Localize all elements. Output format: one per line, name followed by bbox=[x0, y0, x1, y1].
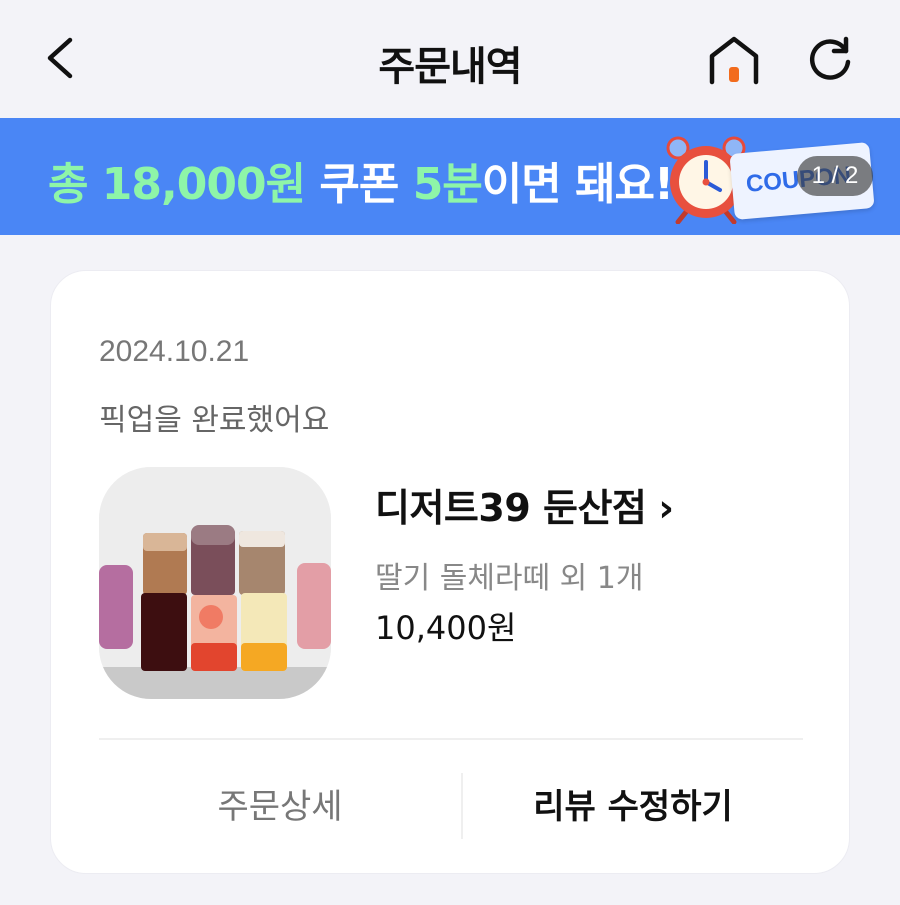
edit-review-button[interactable]: 리뷰 수정하기 bbox=[463, 776, 803, 838]
home-icon bbox=[709, 36, 759, 85]
order-detail-button[interactable]: 주문상세 bbox=[99, 776, 461, 838]
order-items-summary: 딸기 돌체라떼 외 1개 bbox=[375, 561, 644, 596]
order-price: 10,400원 bbox=[375, 609, 517, 647]
store-thumbnail[interactable] bbox=[99, 467, 331, 699]
divider bbox=[99, 738, 803, 740]
order-date: 2024.10.21 bbox=[99, 335, 250, 368]
order-status: 픽업을 완료했어요 bbox=[99, 403, 330, 438]
drinks-photo bbox=[99, 467, 331, 699]
page-title: 주문내역 bbox=[378, 44, 522, 90]
store-link[interactable]: 디저트39 둔산점 › bbox=[375, 477, 674, 532]
promo-banner[interactable]: 총 18,000원 쿠폰 5분이면 돼요! COUPON bbox=[0, 118, 900, 235]
refresh-button[interactable] bbox=[804, 34, 856, 86]
refresh-icon bbox=[809, 36, 851, 80]
banner-pager: 1 / 2 bbox=[797, 156, 873, 196]
chevron-right-icon: › bbox=[658, 486, 674, 530]
top-nav-bar: 주문내역 bbox=[0, 0, 900, 118]
order-card: 2024.10.21 픽업을 완료했어요 디저트39 둔산점 › 딸기 돌체라떼 … bbox=[50, 270, 850, 874]
banner-headline: 총 18,000원 쿠폰 5분이면 돼요! bbox=[48, 159, 674, 210]
home-button[interactable] bbox=[706, 34, 762, 86]
